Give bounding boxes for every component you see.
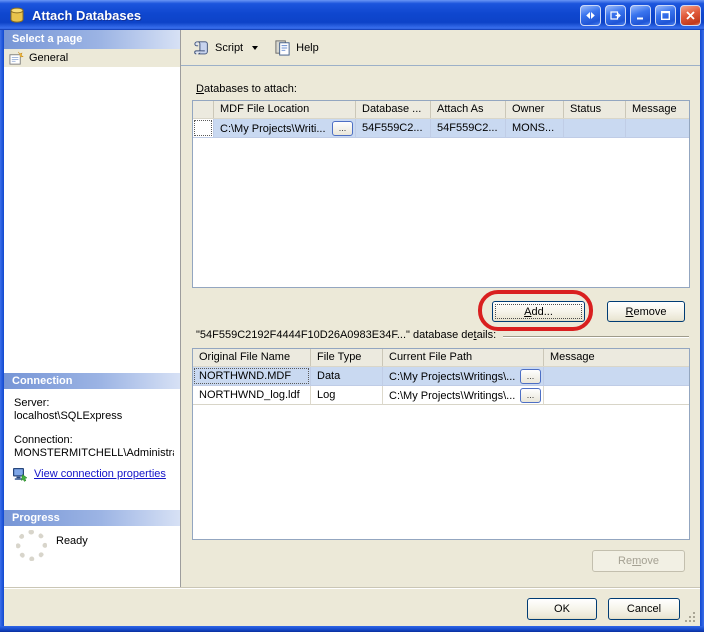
script-label: Script (215, 42, 243, 54)
resize-grip[interactable] (685, 612, 697, 624)
view-connection-properties[interactable]: View connection properties (12, 466, 166, 482)
connection-header: Connection (4, 373, 180, 389)
view-connection-properties-link[interactable]: View connection properties (34, 468, 166, 480)
progress-spinner-icon (16, 530, 47, 561)
grid2-row-2[interactable]: NORTHWND_log.ldf Log C:\My Projects\Writ… (193, 386, 689, 405)
grid2-row-1[interactable]: NORTHWND.MDF Data C:\My Projects\Writing… (193, 367, 689, 386)
grid1-header-message[interactable]: Message (626, 101, 689, 118)
grid1-header-status[interactable]: Status (564, 101, 626, 118)
script-icon (193, 39, 210, 56)
grid2-cell-file-name[interactable]: NORTHWND_log.ldf (193, 386, 311, 405)
add-button[interactable]: Add... (492, 301, 585, 322)
connection-value: MONSTERMITCHELL\Administra (14, 447, 174, 459)
grid1-header-database[interactable]: Database ... (356, 101, 431, 118)
database-details-row: "54F559C2192F4444F10D26A0983E34F..." dat… (196, 329, 689, 341)
sidebar-item-general[interactable]: General (4, 49, 180, 67)
window-border-left (0, 30, 4, 632)
grid1-header-owner[interactable]: Owner (506, 101, 564, 118)
row-focus-marker (194, 120, 212, 136)
server-label: Server: (14, 397, 49, 409)
maximize-icon (660, 10, 671, 21)
attach-databases-dialog: Attach Databases (0, 0, 704, 632)
progress-status: Ready (56, 535, 88, 547)
grid1-header-mdf[interactable]: MDF File Location (214, 101, 356, 118)
dock-arrows-icon (585, 10, 596, 21)
grid2-header-row: Original File Name File Type Current Fil… (193, 349, 689, 367)
grid1-header-attach-as[interactable]: Attach As (431, 101, 506, 118)
window-border-bottom (0, 626, 704, 632)
grid1-row-selector[interactable] (193, 119, 214, 138)
grid1-cell-status[interactable] (564, 119, 626, 138)
grid1-cell-attach-as[interactable]: 54F559C2... (431, 119, 506, 138)
ok-button[interactable]: OK (527, 598, 597, 620)
grid1-cell-message[interactable] (626, 119, 689, 138)
connection-label: Connection: (14, 434, 73, 446)
mdf-browse-button[interactable]: ... (332, 121, 353, 136)
grid2-cell-file-name[interactable]: NORTHWND.MDF (193, 367, 311, 386)
grid1-row-selector-header (193, 101, 214, 118)
database-icon (8, 6, 26, 24)
help-button[interactable]: Help (271, 37, 322, 58)
grid2-header-file-type[interactable]: File Type (311, 349, 383, 366)
grid2-cell-message[interactable] (544, 386, 689, 405)
help-icon (274, 39, 291, 56)
window-border-right (700, 30, 704, 632)
general-page-icon (9, 51, 24, 66)
server-value: localhost\SQLExpress (14, 410, 122, 422)
remove-button-top[interactable]: Remove (607, 301, 685, 322)
details-separator-line (503, 336, 689, 337)
remove-button-bottom-disabled[interactable]: Remove (592, 550, 685, 572)
grid2-cell-file-type[interactable]: Data (311, 367, 383, 386)
grid1-cell-owner[interactable]: MONS... (506, 119, 564, 138)
footer-bar: OK Cancel (4, 587, 700, 626)
grid1-cell-mdf-location[interactable]: C:\My Projects\Writi... ... (214, 119, 356, 138)
grid2-cell-message[interactable] (544, 367, 689, 386)
grid2-header-message[interactable]: Message (544, 349, 689, 366)
script-button[interactable]: Script (190, 37, 261, 58)
dialog-content: Select a page General Connection Server:… (4, 30, 700, 626)
toolbar: Script Help (181, 30, 700, 66)
minimize-button[interactable] (630, 5, 651, 26)
script-dropdown-icon[interactable] (252, 46, 258, 50)
computer-icon (12, 466, 28, 482)
database-details-grid: Original File Name File Type Current Fil… (192, 348, 690, 540)
main-panel: Script Help Databases to attach: (181, 30, 700, 587)
grid2-cell-file-type[interactable]: Log (311, 386, 383, 405)
float-window-icon (610, 10, 621, 21)
title-bar: Attach Databases (0, 0, 704, 30)
window-title: Attach Databases (32, 8, 141, 23)
maximize-button[interactable] (655, 5, 676, 26)
float-window-button[interactable] (605, 5, 626, 26)
path-browse-button[interactable]: ... (520, 369, 541, 384)
window-controls (580, 5, 701, 26)
minimize-icon (635, 10, 646, 21)
help-label: Help (296, 42, 319, 54)
dock-arrows-button[interactable] (580, 5, 601, 26)
grid2-header-original-file-name[interactable]: Original File Name (193, 349, 311, 366)
grid2-cell-file-path[interactable]: C:\My Projects\Writings\... ... (383, 367, 544, 386)
grid2-cell-file-path[interactable]: C:\My Projects\Writings\... ... (383, 386, 544, 405)
sidebar: Select a page General Connection Server:… (4, 30, 181, 587)
sidebar-item-label: General (29, 52, 68, 64)
close-icon (685, 10, 696, 21)
path-browse-button[interactable]: ... (520, 388, 541, 403)
grid1-cell-database[interactable]: 54F559C2... (356, 119, 431, 138)
select-a-page-header: Select a page (4, 30, 180, 49)
database-details-label: "54F559C2192F4444F10D26A0983E34F..." dat… (196, 329, 496, 341)
cancel-button[interactable]: Cancel (608, 598, 680, 620)
progress-header: Progress (4, 510, 180, 526)
grid2-header-current-file-path[interactable]: Current File Path (383, 349, 544, 366)
grid1-header-row: MDF File Location Database ... Attach As… (193, 101, 689, 119)
databases-to-attach-label: Databases to attach: (196, 83, 297, 95)
grid1-row-1[interactable]: C:\My Projects\Writi... ... 54F559C2... … (193, 119, 689, 138)
close-button[interactable] (680, 5, 701, 26)
databases-to-attach-grid: MDF File Location Database ... Attach As… (192, 100, 690, 288)
